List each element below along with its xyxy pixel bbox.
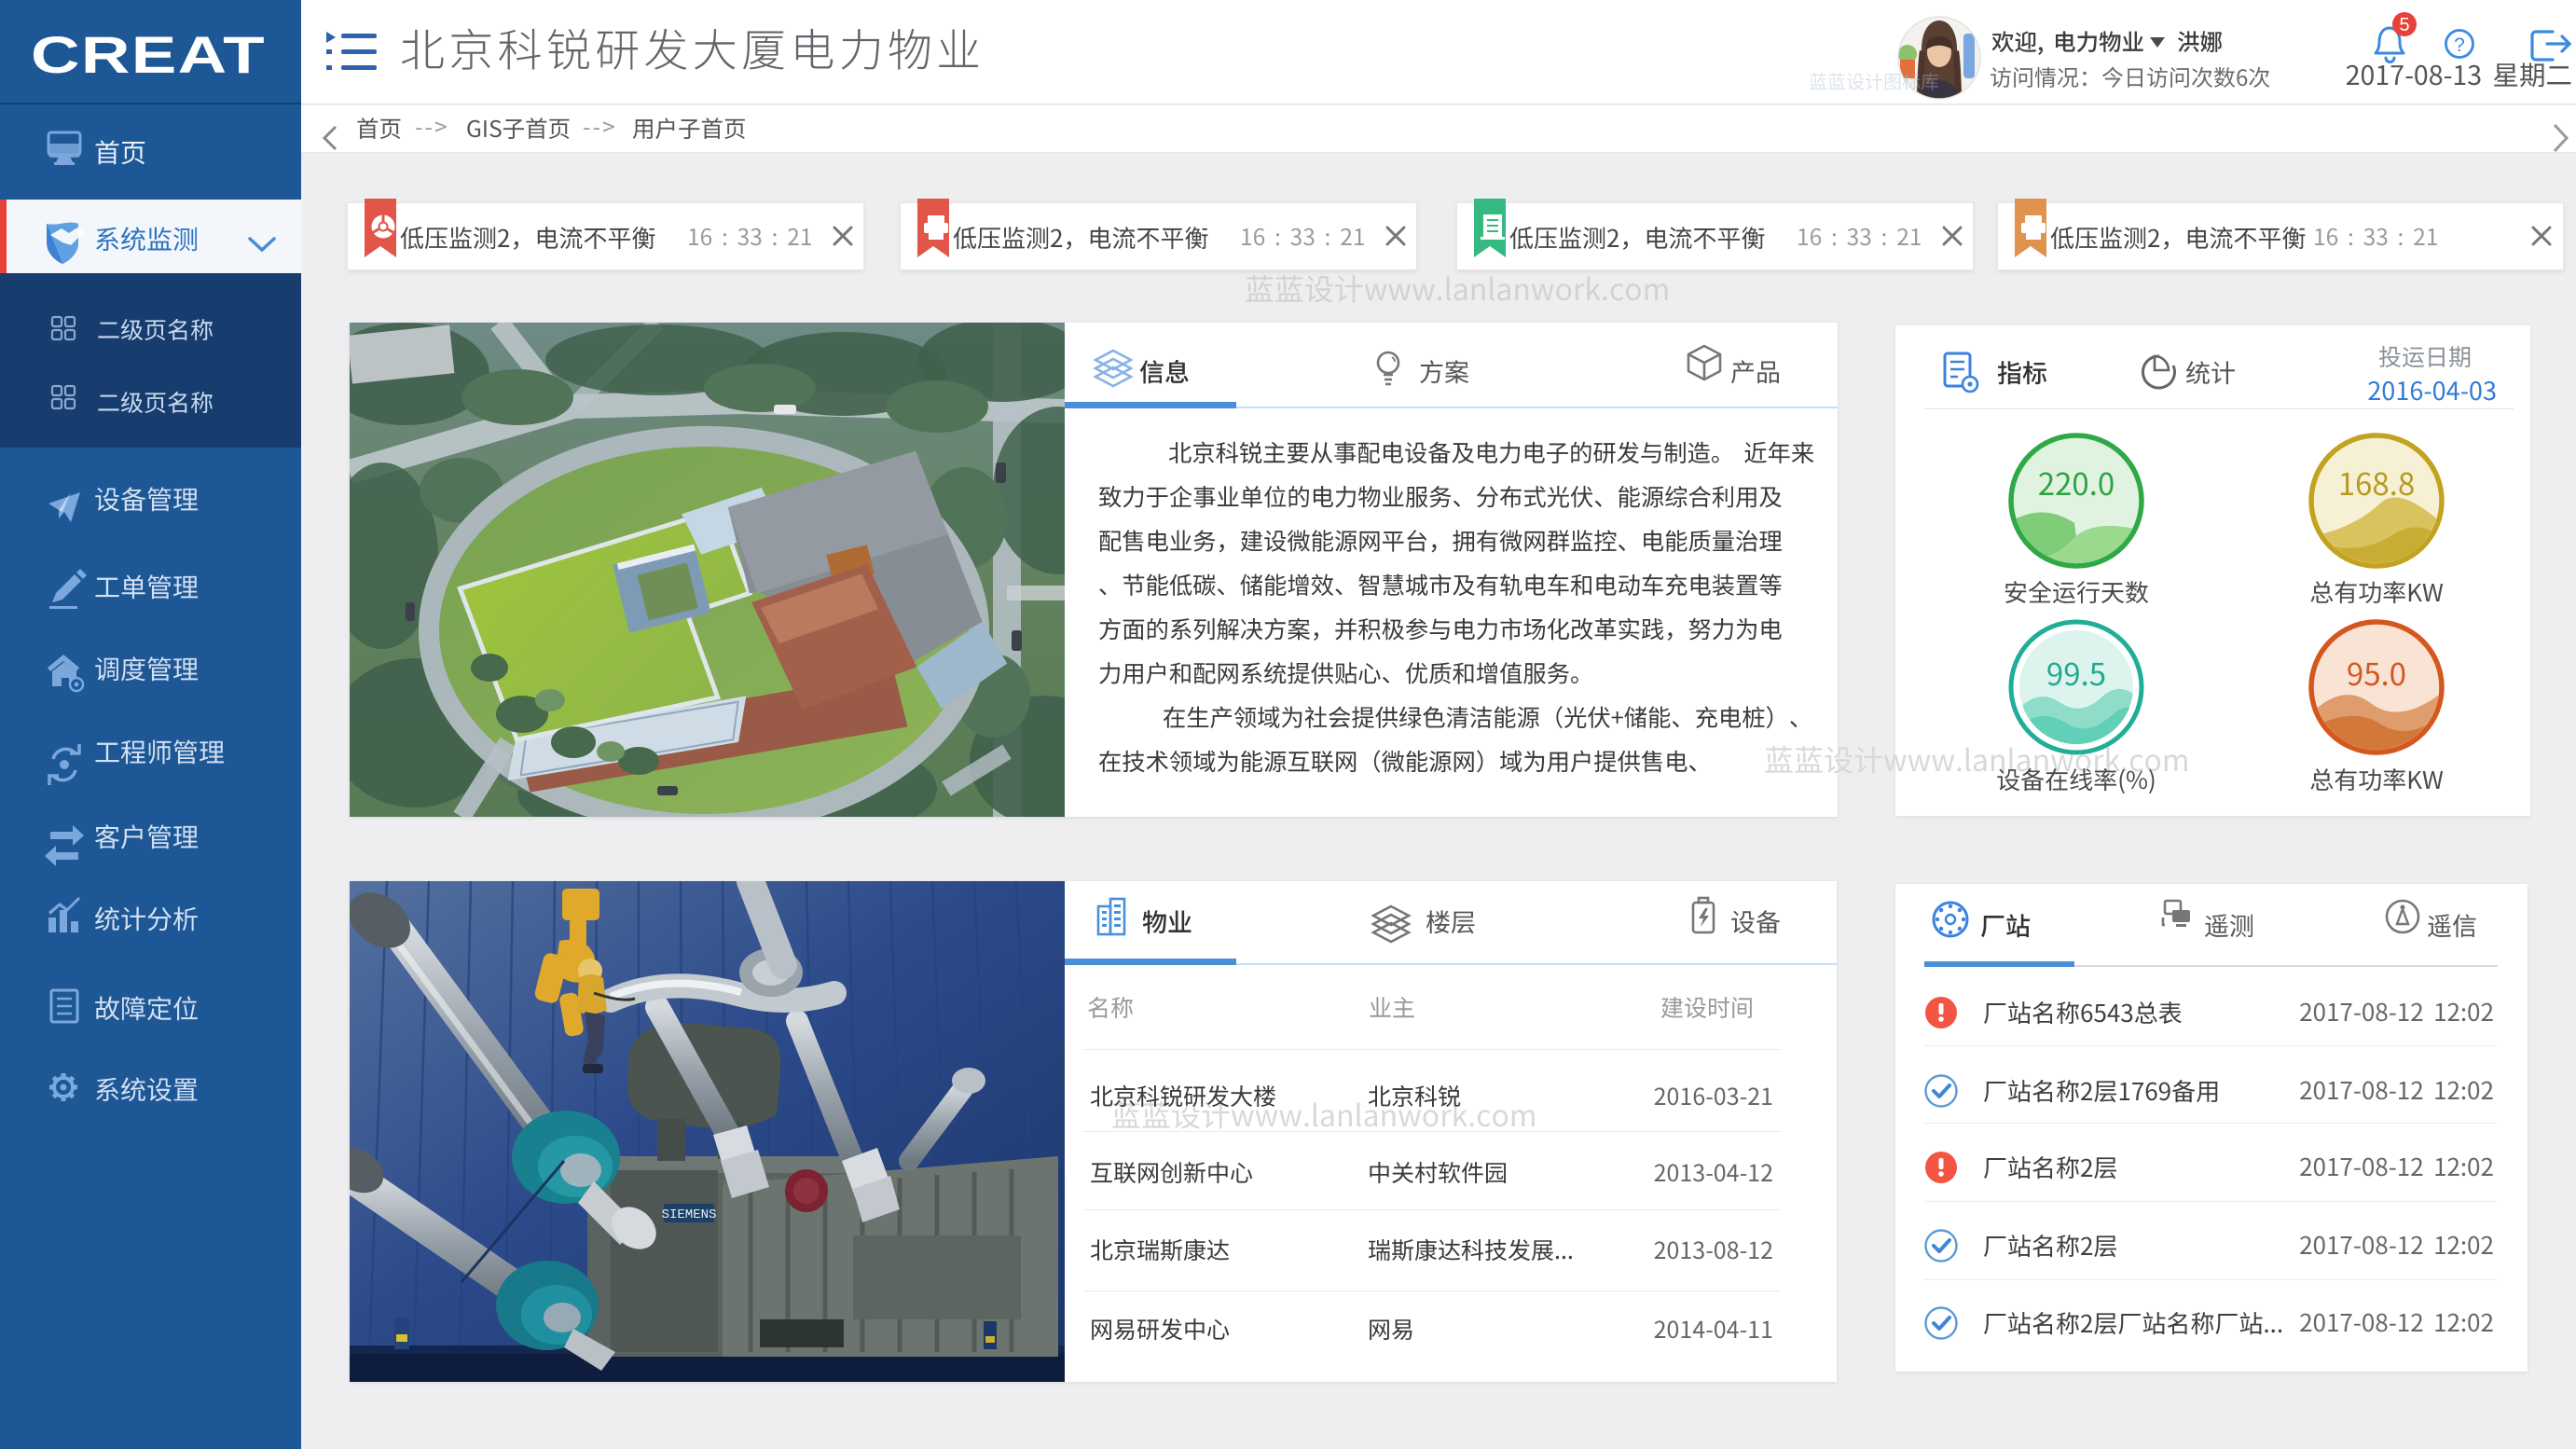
svg-text:?: ? — [2454, 34, 2465, 56]
svg-text:5: 5 — [2399, 15, 2409, 35]
